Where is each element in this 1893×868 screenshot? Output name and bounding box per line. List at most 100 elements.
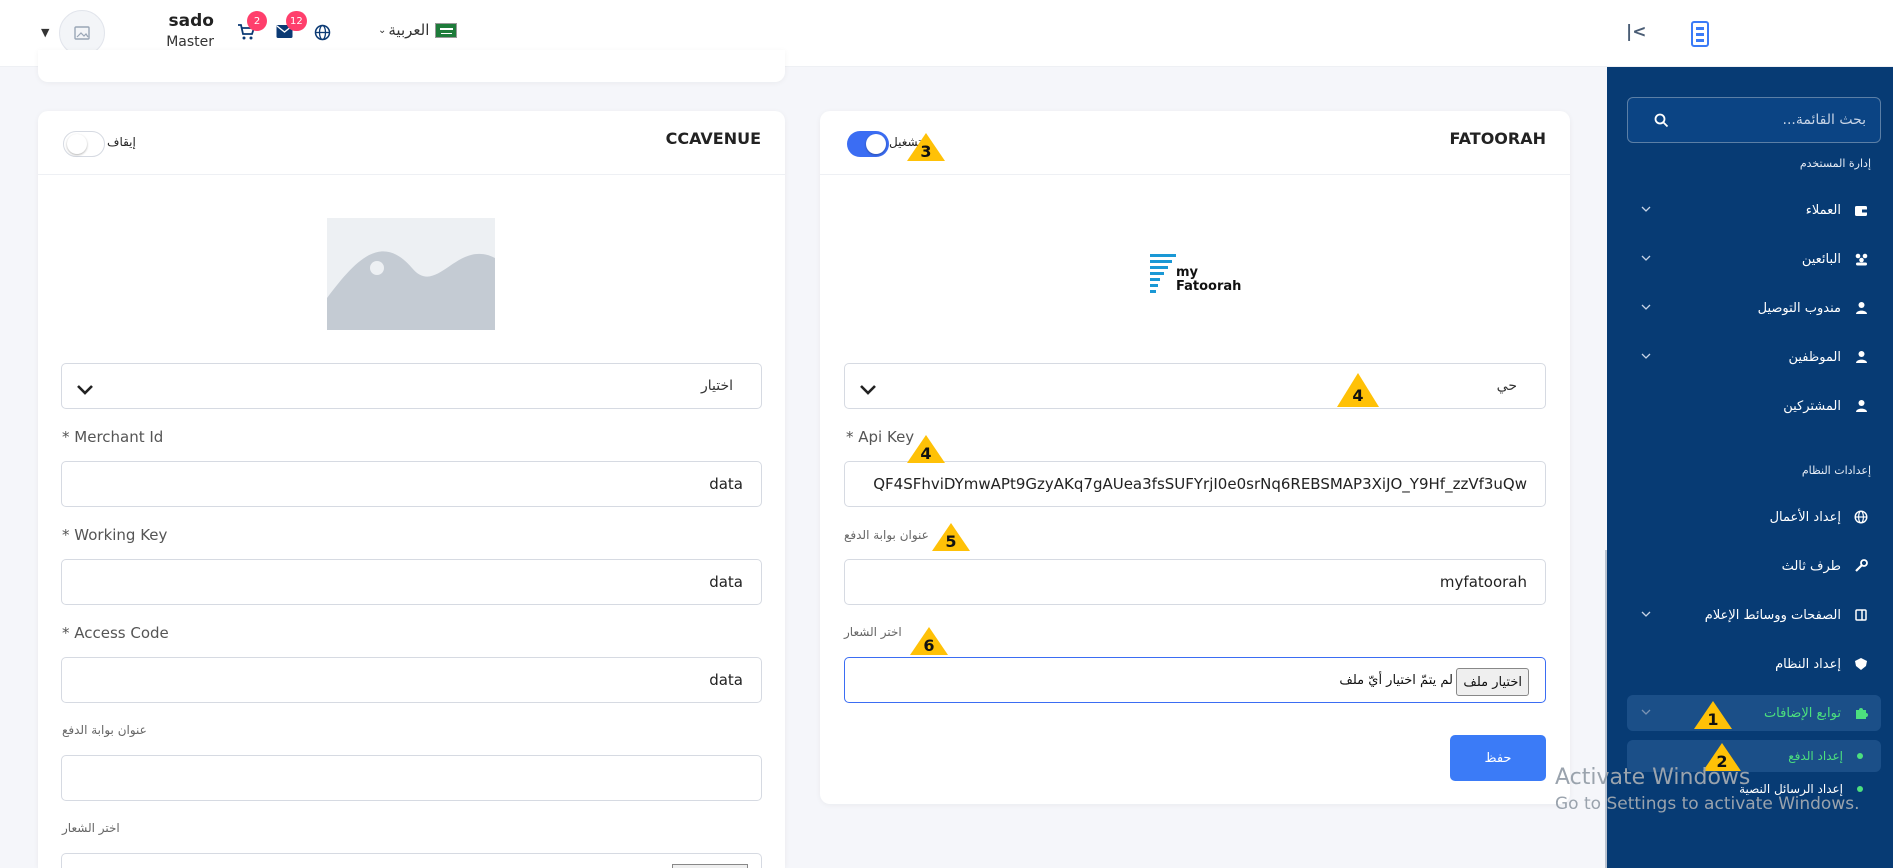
card-title: CCAVENUE [665,129,761,148]
annotation-marker-3: 3 [906,132,946,162]
sidebar-item-label: المشتركين [1783,398,1841,414]
section-title-user-management: إدارة المستخدم [1799,157,1871,170]
search-icon [1654,113,1669,132]
image-placeholder-icon [327,251,495,330]
chevron-down-icon [1641,251,1651,266]
sidebar-item-subscribers[interactable]: المشتركين [1627,388,1881,424]
gateway-title-input[interactable] [61,755,762,801]
working-key-label: * Working Key [62,526,168,544]
person-icon [1853,300,1869,316]
annotation-marker-1: 1 [1693,700,1733,730]
sidebar-item-third-party[interactable]: طرف ثالث [1627,548,1881,584]
cart-badge: 2 [247,11,267,31]
bullet-icon [1857,753,1863,759]
sidebar-item-delivery[interactable]: مندوب التوصيل [1627,290,1881,326]
chevron-down-icon: ⌄ [378,24,387,36]
working-key-value: data [709,573,743,591]
chevron-down-icon [76,380,94,399]
chevron-down-icon [1641,202,1651,217]
chevron-down-icon [1641,349,1651,364]
collapse-sidebar-icon[interactable]: |< [1626,22,1646,42]
working-key-input[interactable]: data [61,559,762,605]
select-value: اختيار [700,378,733,394]
gateway-title-label: عنوان بوابة الدفع [844,528,929,542]
choose-file-button[interactable] [672,864,748,868]
saudi-flag-icon [435,22,458,38]
windows-activation-watermark: Activate Windows Go to Settings to activ… [1555,765,1860,814]
access-code-input[interactable]: data [61,657,762,703]
sidebar-item-addons[interactable]: توابع الإضافات [1627,695,1881,731]
card-header: CCAVENUE إيقاف [38,111,785,175]
brand-logo-icon [1691,21,1709,47]
logo-file-input[interactable]: اختيار ملف لم يتمّ اختيار أيّ ملف [844,657,1546,703]
no-file-text: لم يتمّ اختيار أيّ ملف [1339,673,1453,688]
language-label: العربية [388,21,430,39]
messages-button[interactable]: 12 [276,11,307,43]
logo-text-my: my [1176,265,1199,280]
ccavenue-mode-select[interactable]: اختيار [61,363,762,409]
language-selector[interactable]: ⌄ العربية [378,21,458,39]
sidebar-item-pages-media[interactable]: الصفحات ووسائط الإعلام [1627,597,1881,633]
user-name: sado [168,11,214,31]
annotation-marker-5: 5 [931,522,971,552]
myfatoorah-logo: my Fatoorah [1150,254,1250,302]
sidebar-item-label: البائعين [1801,251,1841,267]
ccavenue-toggle[interactable] [63,131,105,157]
watermark-line-2: Go to Settings to activate Windows. [1555,794,1860,814]
api-key-value: QF4SFhviDYmwAPt9GzyAKq7gAUea3fsSUFYrjI0e… [873,475,1527,493]
sidebar: إدارة المستخدم العملاء البائعين مندوب ال… [1607,67,1893,868]
choose-file-button[interactable]: اختيار ملف [1456,668,1529,696]
gateway-title-value: myfatoorah [1439,573,1527,591]
pages-icon [1853,607,1869,623]
chevron-down-icon [1641,607,1651,622]
fatoorah-toggle[interactable] [847,131,889,157]
globe-icon [1853,509,1869,525]
annotation-marker-4: 4 [1336,372,1379,408]
logo-label: اختر الشعار [62,821,120,835]
sidebar-item-label: الموظفين [1788,349,1841,365]
image-placeholder-icon [74,26,90,40]
sidebar-item-employees[interactable]: الموظفين [1627,339,1881,375]
api-key-input[interactable]: QF4SFhviDYmwAPt9GzyAKq7gAUea3fsSUFYrjI0e… [844,461,1546,507]
sellers-icon [1853,251,1869,267]
fatoorah-mode-select[interactable]: حي [844,363,1546,409]
sidebar-item-label: طرف ثالث [1781,558,1841,574]
scrollbar[interactable] [1605,550,1607,868]
globe-button[interactable] [314,24,331,45]
tools-icon [1853,558,1869,574]
card-title: FATOORAH [1449,129,1546,148]
access-code-label: * Access Code [62,624,169,642]
wallet-icon [1853,202,1869,218]
sidebar-item-system-setup[interactable]: إعداد النظام [1627,646,1881,682]
access-code-value: data [709,671,743,689]
person-icon [1853,349,1869,365]
ccavenue-card: CCAVENUE إيقاف اختيار * Merchant Id data… [38,111,785,868]
previous-card [38,50,785,82]
chevron-down-icon [1641,705,1651,720]
annotation-marker-4b: 4 [906,434,946,464]
save-button[interactable]: حفظ [1450,735,1546,781]
chevron-down-icon [859,380,877,399]
gateway-title-input[interactable]: myfatoorah [844,559,1546,605]
sidebar-item-sellers[interactable]: البائعين [1627,241,1881,277]
merchant-id-input[interactable]: data [61,461,762,507]
logo-placeholder-image [327,218,495,330]
logo-file-input[interactable] [61,853,762,868]
sidebar-item-label: الصفحات ووسائط الإعلام [1704,607,1841,623]
sidebar-item-label: العملاء [1805,202,1841,218]
cart-button[interactable]: 2 [237,11,267,45]
merchant-id-value: data [709,475,743,493]
sidebar-search[interactable] [1627,97,1881,143]
sidebar-item-label: إعداد النظام [1775,656,1841,672]
api-key-label: * Api Key [846,428,915,446]
sidebar-subitem-label: إعداد الدفع [1788,749,1843,763]
user-menu-caret-icon[interactable]: ▼ [41,26,49,39]
logo-label: اختر الشعار [844,625,902,639]
sidebar-item-business-setup[interactable]: إعداد الأعمال [1627,499,1881,535]
sidebar-item-customers[interactable]: العملاء [1627,192,1881,228]
shield-icon [1853,656,1869,672]
brand-logo[interactable] [1690,20,1710,48]
messages-badge: 12 [286,11,307,31]
watermark-line-1: Activate Windows [1555,765,1751,790]
person-icon [1853,398,1869,414]
